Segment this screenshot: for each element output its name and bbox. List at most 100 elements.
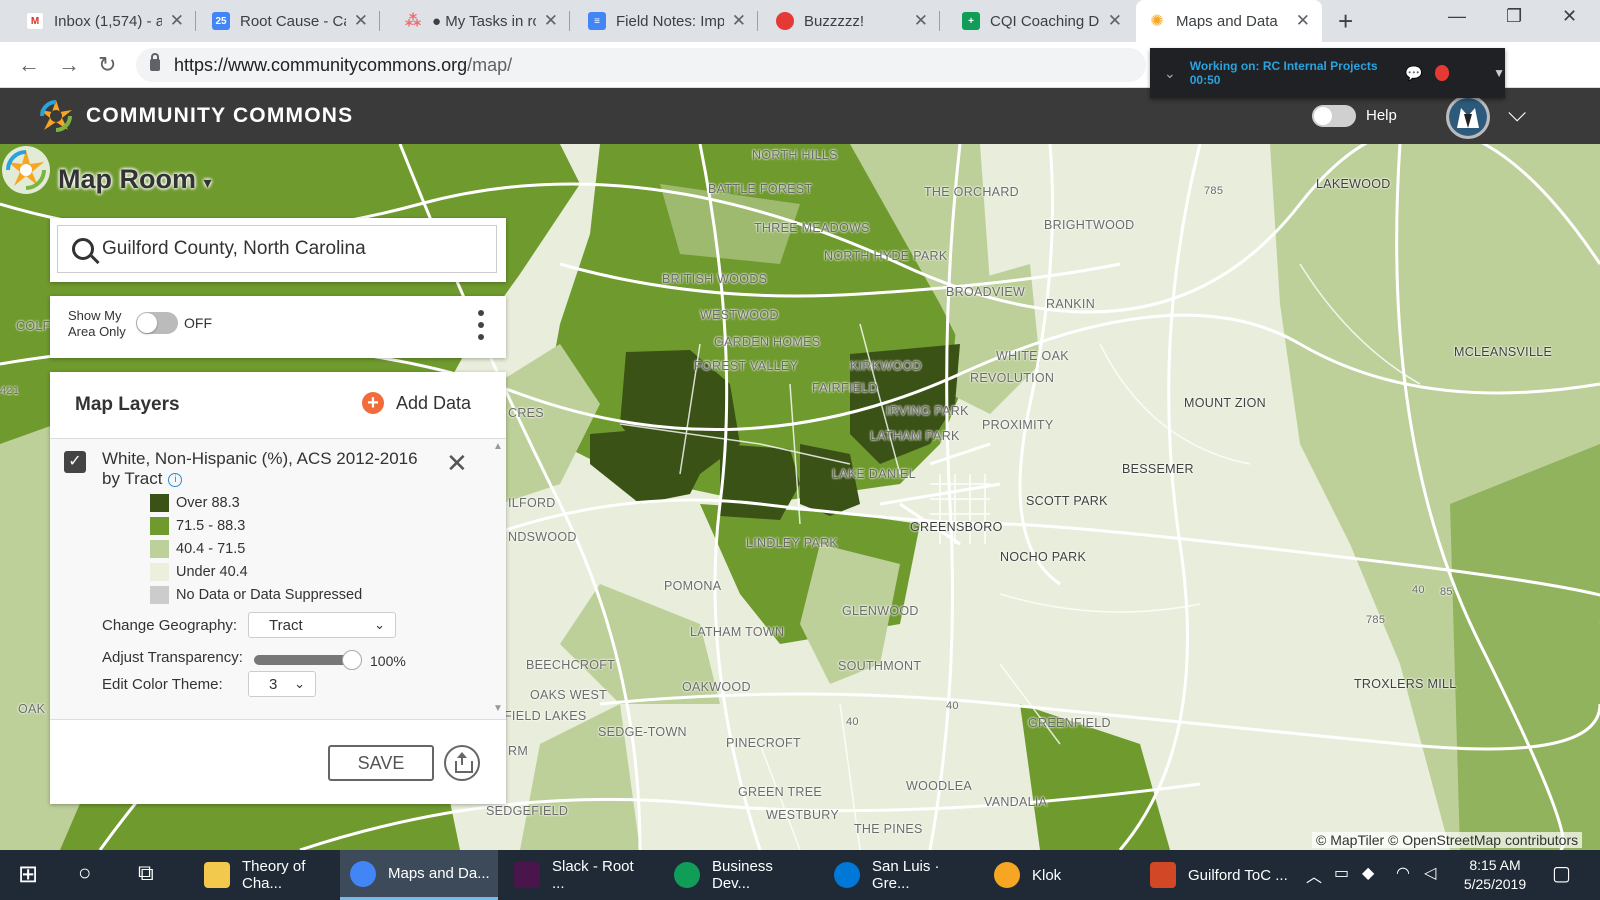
tab-title: Buzzzzz! <box>804 12 865 30</box>
comment-icon[interactable]: 💬 <box>1405 65 1422 82</box>
tab-title: ● My Tasks in ro <box>432 12 536 30</box>
scroll-down-icon[interactable]: ▼ <box>493 703 503 714</box>
map-attribution[interactable]: © MapTiler © OpenStreetMap contributors <box>1312 832 1583 848</box>
cortana-search-icon[interactable]: ○ <box>78 860 91 886</box>
plus-icon: + <box>362 392 384 414</box>
legend-item: Under 40.4 <box>150 560 362 583</box>
taskbar-item-san-luis[interactable]: San Luis · Gre... <box>824 850 974 900</box>
clock-date: 5/25/2019 <box>1463 876 1527 892</box>
url-path: /map/ <box>467 54 513 75</box>
community-commons-badge-icon[interactable] <box>0 144 52 196</box>
scroll-up-icon[interactable]: ▲ <box>493 441 503 452</box>
map-place-label: THE ORCHARD <box>924 185 1019 199</box>
wifi-icon[interactable]: ◠ <box>1396 863 1410 883</box>
taskbar-item-klok[interactable]: Klok <box>984 850 1084 900</box>
map-place-label: NORTH HILLS <box>752 148 838 162</box>
url-field[interactable]: https://www.communitycommons.org/map/ <box>136 48 1146 82</box>
tract-region <box>1450 444 1600 850</box>
map-room-menu[interactable]: Map Room ▾ <box>58 164 212 195</box>
toggle-knob <box>1314 107 1332 125</box>
toggle-state-label: OFF <box>184 315 212 331</box>
taskbar-item-theory-of-change[interactable]: Theory of Cha... <box>194 850 336 900</box>
close-tab-icon[interactable]: ✕ <box>732 11 746 31</box>
close-tab-icon[interactable]: ✕ <box>544 11 558 31</box>
system-clock[interactable]: 8:15 AM 5/25/2019 <box>1460 856 1530 894</box>
restore-icon[interactable]: ❐ <box>1506 6 1522 27</box>
slider-thumb[interactable] <box>342 650 362 670</box>
battery-icon[interactable]: ▭ <box>1334 863 1349 883</box>
map-road-label: 40 <box>946 700 959 712</box>
close-tab-icon[interactable]: ✕ <box>170 11 184 31</box>
collapse-chevrons-icon[interactable]: ⌄ <box>1164 65 1176 82</box>
notifications-icon[interactable]: ▢ <box>1552 861 1571 886</box>
logo-text[interactable]: COMMUNITY COMMONS <box>86 104 353 128</box>
more-options-icon[interactable] <box>478 310 484 340</box>
reload-icon[interactable]: ↻ <box>98 52 116 78</box>
tab-buzz[interactable]: Buzzzzz! ✕ <box>764 0 940 42</box>
record-icon[interactable] <box>1434 65 1450 81</box>
legend-label: Over 88.3 <box>176 494 240 511</box>
taskbar-label: Theory of Cha... <box>242 858 306 892</box>
map-place-label: COLF <box>16 319 51 333</box>
taskbar-item-maps-and-data[interactable]: Maps and Da... <box>340 850 498 900</box>
add-data-button[interactable]: + Add Data <box>362 392 471 414</box>
geography-select[interactable]: Tract ⌄ <box>248 612 396 638</box>
close-window-icon[interactable]: ✕ <box>1562 6 1577 27</box>
transparency-slider[interactable] <box>254 650 362 670</box>
taskbar-label: Maps and Da... <box>388 865 490 882</box>
tab-title: Maps and Data <box>1176 12 1278 30</box>
map-place-label: WESTWOOD <box>700 308 779 322</box>
close-tab-icon[interactable]: ✕ <box>1108 11 1122 31</box>
layer-visibility-checkbox[interactable]: ✓ <box>64 451 86 473</box>
help-toggle[interactable] <box>1312 105 1356 127</box>
add-data-label: Add Data <box>396 392 472 413</box>
time-tracker-widget[interactable]: ⌄ Working on: RC Internal Projects 00:50… <box>1150 48 1505 98</box>
layers-title: Map Layers <box>75 394 180 415</box>
color-theme-select[interactable]: 3 ⌄ <box>248 671 316 697</box>
windows-start-icon[interactable]: ⊞ <box>18 860 38 889</box>
map-place-label: WOODLEA <box>906 779 972 793</box>
color-theme-value: 3 <box>269 675 278 693</box>
tab-my-tasks[interactable]: ⁂ ● My Tasks in ro ✕ <box>392 0 570 42</box>
save-button[interactable]: SAVE <box>328 745 434 781</box>
taskbar-item-business-dev[interactable]: Business Dev... <box>664 850 814 900</box>
remove-layer-icon[interactable]: ✕ <box>446 450 468 476</box>
show-my-area-toggle[interactable] <box>136 312 178 334</box>
tab-field-notes[interactable]: ≡ Field Notes: Imp ✕ <box>576 0 758 42</box>
volume-icon[interactable]: ◁ <box>1424 863 1436 883</box>
back-icon[interactable]: ← <box>18 52 40 78</box>
legend-label: No Data or Data Suppressed <box>176 586 363 603</box>
dropbox-icon[interactable]: ◆ <box>1362 863 1374 883</box>
timer-text: Working on: RC Internal Projects 00:50 <box>1189 59 1378 87</box>
dropdown-arrow-icon[interactable]: ▼ <box>1493 66 1505 80</box>
tray-chevron-icon[interactable]: ︿ <box>1306 863 1322 887</box>
new-tab-button[interactable]: + <box>1338 6 1353 37</box>
legend-item: Over 88.3 <box>150 491 362 514</box>
area-filter-panel: Show My Area Only OFF <box>50 296 506 358</box>
share-export-button[interactable] <box>444 745 480 781</box>
account-menu-chevron-icon[interactable]: ⌵ <box>1508 100 1526 128</box>
taskbar-item-slack[interactable]: Slack - Root ... <box>504 850 650 900</box>
close-tab-icon[interactable]: ✕ <box>914 11 928 31</box>
tab-maps-and-data[interactable]: ✺ Maps and Data ✕ <box>1136 0 1322 42</box>
close-tab-icon[interactable]: ✕ <box>354 11 368 31</box>
folder-icon <box>204 862 230 888</box>
tab-cqi-coaching[interactable]: + CQI Coaching D ✕ <box>950 0 1134 42</box>
tab-root-cause[interactable]: 25 Root Cause - Ca ✕ <box>200 0 380 42</box>
layer-list-scrollbar[interactable]: ▲ ▼ <box>490 439 506 719</box>
forward-icon[interactable]: → <box>58 52 80 78</box>
user-avatar[interactable] <box>1446 95 1490 139</box>
location-search-input[interactable]: Guilford County, North Carolina <box>57 225 497 273</box>
minimize-icon[interactable]: — <box>1448 6 1466 27</box>
info-icon[interactable]: i <box>168 473 183 487</box>
map-place-label: WESTBURY <box>766 808 840 822</box>
close-tab-icon[interactable]: ✕ <box>1296 11 1310 31</box>
tab-inbox[interactable]: M Inbox (1,574) - a ✕ <box>14 0 196 42</box>
taskbar-item-guilford-toc[interactable]: Guilford ToC ... <box>1140 850 1290 900</box>
map-room-title: Map Room <box>58 164 196 194</box>
map-place-label: CRES <box>508 406 544 420</box>
map-road-label: 785 <box>1366 614 1386 626</box>
task-view-icon[interactable]: ⧉ <box>138 860 154 886</box>
map-place-label: BATTLE FOREST <box>708 182 813 196</box>
chevron-down-icon: ⌄ <box>294 676 305 691</box>
